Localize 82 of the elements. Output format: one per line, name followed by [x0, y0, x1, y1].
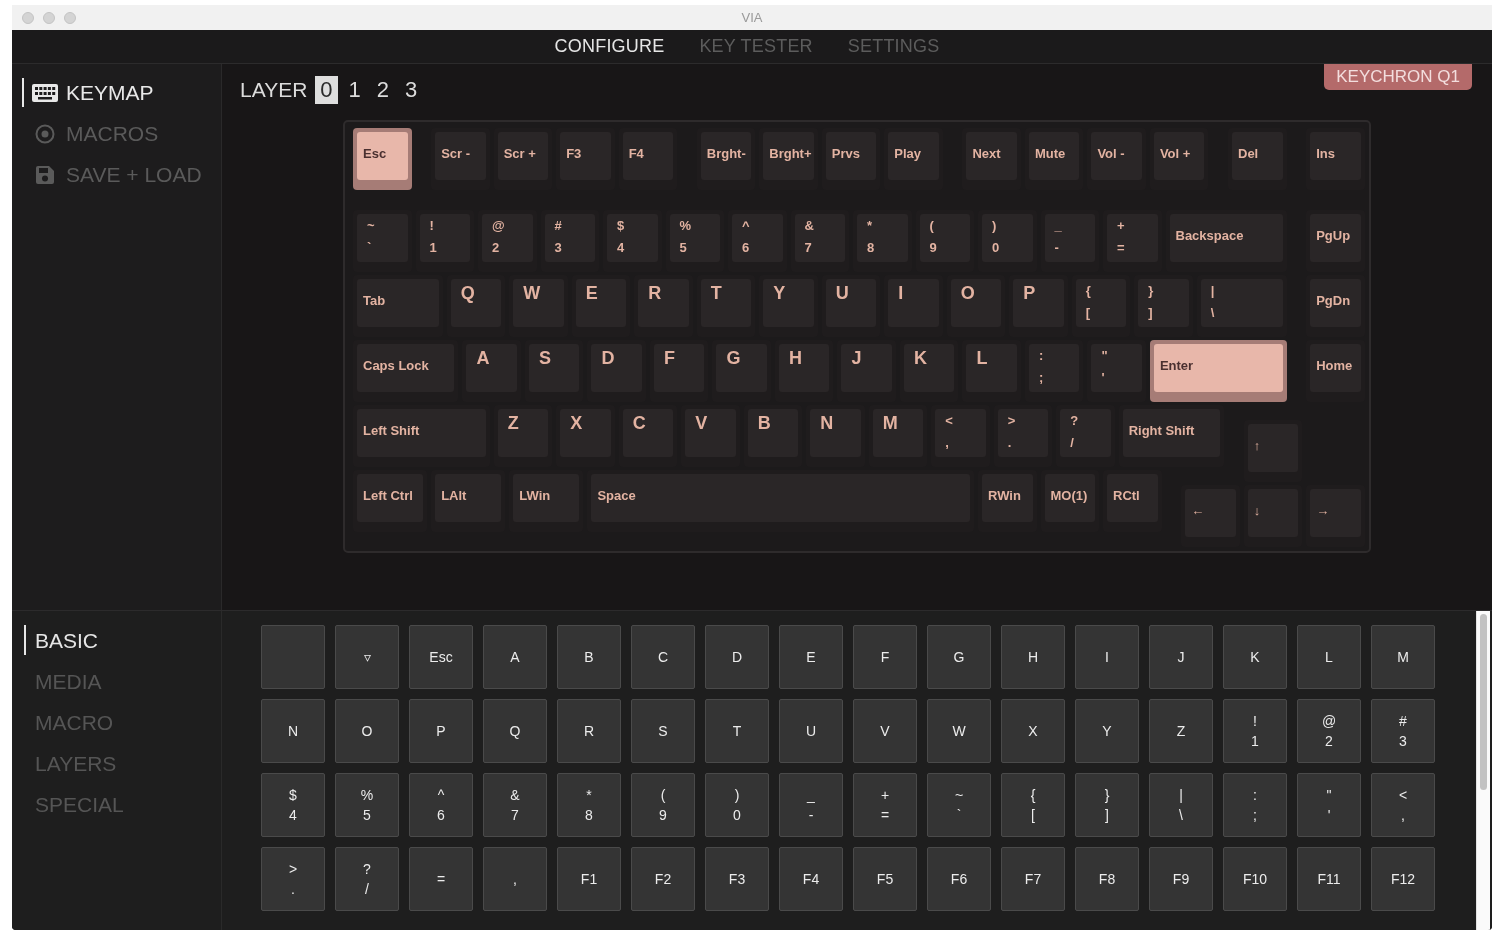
keycode-button[interactable]: O — [335, 699, 399, 763]
keycode-button[interactable] — [261, 625, 325, 689]
keycode-button[interactable]: F2 — [631, 847, 695, 911]
layer-tab[interactable]: 0 — [315, 76, 338, 104]
keycode-button[interactable]: T — [705, 699, 769, 763]
window-control-icon[interactable] — [64, 12, 76, 24]
keycode-button[interactable]: ) 0 — [705, 773, 769, 837]
keycode-button[interactable]: J — [1149, 625, 1213, 689]
keyboard-icon — [32, 83, 58, 102]
keycode-button[interactable]: = — [409, 847, 473, 911]
keycode-button[interactable]: , — [483, 847, 547, 911]
keycode-button[interactable]: { [ — [1001, 773, 1065, 837]
keycode-button[interactable]: L — [1297, 625, 1361, 689]
keycode-button[interactable]: ▿ — [335, 625, 399, 689]
keycode-button[interactable]: | \ — [1149, 773, 1213, 837]
keycode-button[interactable]: : ; — [1223, 773, 1287, 837]
keycode-button[interactable]: N — [261, 699, 325, 763]
keycode-button[interactable]: ! 1 — [1223, 699, 1287, 763]
keycode-button[interactable]: F6 — [927, 847, 991, 911]
keycode-button[interactable]: < , — [1371, 773, 1435, 837]
keycode-button[interactable]: I — [1075, 625, 1139, 689]
keycode-button[interactable]: G — [927, 625, 991, 689]
keycode-button[interactable]: % 5 — [335, 773, 399, 837]
nav-tab[interactable]: CONFIGURE — [554, 33, 665, 60]
layer-label: LAYER — [240, 77, 308, 104]
keycode-button[interactable]: V — [853, 699, 917, 763]
window-title: VIA — [741, 8, 763, 27]
keycode-button[interactable]: S — [631, 699, 695, 763]
keycode-button[interactable]: * 8 — [557, 773, 621, 837]
keycode-button[interactable]: F4 — [779, 847, 843, 911]
keycode-button[interactable]: ? / — [335, 847, 399, 911]
record-icon — [35, 123, 55, 144]
keycode-button[interactable]: M — [1371, 625, 1435, 689]
layer-tab[interactable]: 3 — [400, 76, 423, 104]
keycode-button[interactable]: _ - — [779, 773, 843, 837]
keycode-button[interactable]: F7 — [1001, 847, 1065, 911]
window-control-icon[interactable] — [22, 12, 34, 24]
keycode-button[interactable]: @ 2 — [1297, 699, 1361, 763]
keycode-button[interactable]: } ] — [1075, 773, 1139, 837]
keycode-button[interactable]: F9 — [1149, 847, 1213, 911]
key-button[interactable]: Enter — [1149, 340, 1287, 402]
keycode-button[interactable]: Y — [1075, 699, 1139, 763]
keycode-button[interactable]: ~ ` — [927, 773, 991, 837]
scrollbar[interactable] — [1476, 611, 1490, 930]
keycode-button[interactable]: " ' — [1297, 773, 1361, 837]
keycode-button[interactable]: U — [779, 699, 843, 763]
sidebar-item[interactable]: KEYMAP — [22, 78, 221, 107]
keycode-button[interactable]: F5 — [853, 847, 917, 911]
keycode-button[interactable]: # 3 — [1371, 699, 1435, 763]
keycode-button[interactable]: P — [409, 699, 473, 763]
keycode-button[interactable]: F8 — [1075, 847, 1139, 911]
keycode-button[interactable]: F10 — [1223, 847, 1287, 911]
keycode-button[interactable]: Z — [1149, 699, 1213, 763]
keycode-button[interactable]: X — [1001, 699, 1065, 763]
keycode-button[interactable]: > . — [261, 847, 325, 911]
keycode-button[interactable]: F12 — [1371, 847, 1435, 911]
keycode-button[interactable]: A — [483, 625, 547, 689]
keycode-button[interactable]: E — [779, 625, 843, 689]
keycode-button[interactable]: K — [1223, 625, 1287, 689]
keycode-button[interactable]: F3 — [705, 847, 769, 911]
keycode-button[interactable]: & 7 — [483, 773, 547, 837]
keycode-button[interactable]: D — [705, 625, 769, 689]
key-button[interactable]: Esc — [353, 128, 412, 190]
keycode-button[interactable]: ^ 6 — [409, 773, 473, 837]
keycode-button[interactable]: + = — [853, 773, 917, 837]
keycode-button[interactable]: B — [557, 625, 621, 689]
keycode-button[interactable]: F1 — [557, 847, 621, 911]
window-control-icon[interactable] — [43, 12, 55, 24]
keycode-button[interactable]: C — [631, 625, 695, 689]
keycode-button[interactable]: H — [1001, 625, 1065, 689]
keycode-button[interactable]: R — [557, 699, 621, 763]
category-item[interactable]: BASIC — [24, 625, 221, 655]
keycode-button[interactable]: W — [927, 699, 991, 763]
keycode-button[interactable]: Esc — [409, 625, 473, 689]
layer-tab[interactable]: 2 — [371, 76, 395, 104]
keycode-button[interactable]: F — [853, 625, 917, 689]
keycode-button[interactable]: Q — [483, 699, 547, 763]
layer-tab[interactable]: 1 — [343, 76, 366, 104]
keycode-button[interactable]: F11 — [1297, 847, 1361, 911]
keycode-button[interactable]: $ 4 — [261, 773, 325, 837]
device-badge: KEYCHRON Q1 — [1324, 64, 1472, 90]
keycode-button[interactable]: ( 9 — [631, 773, 695, 837]
